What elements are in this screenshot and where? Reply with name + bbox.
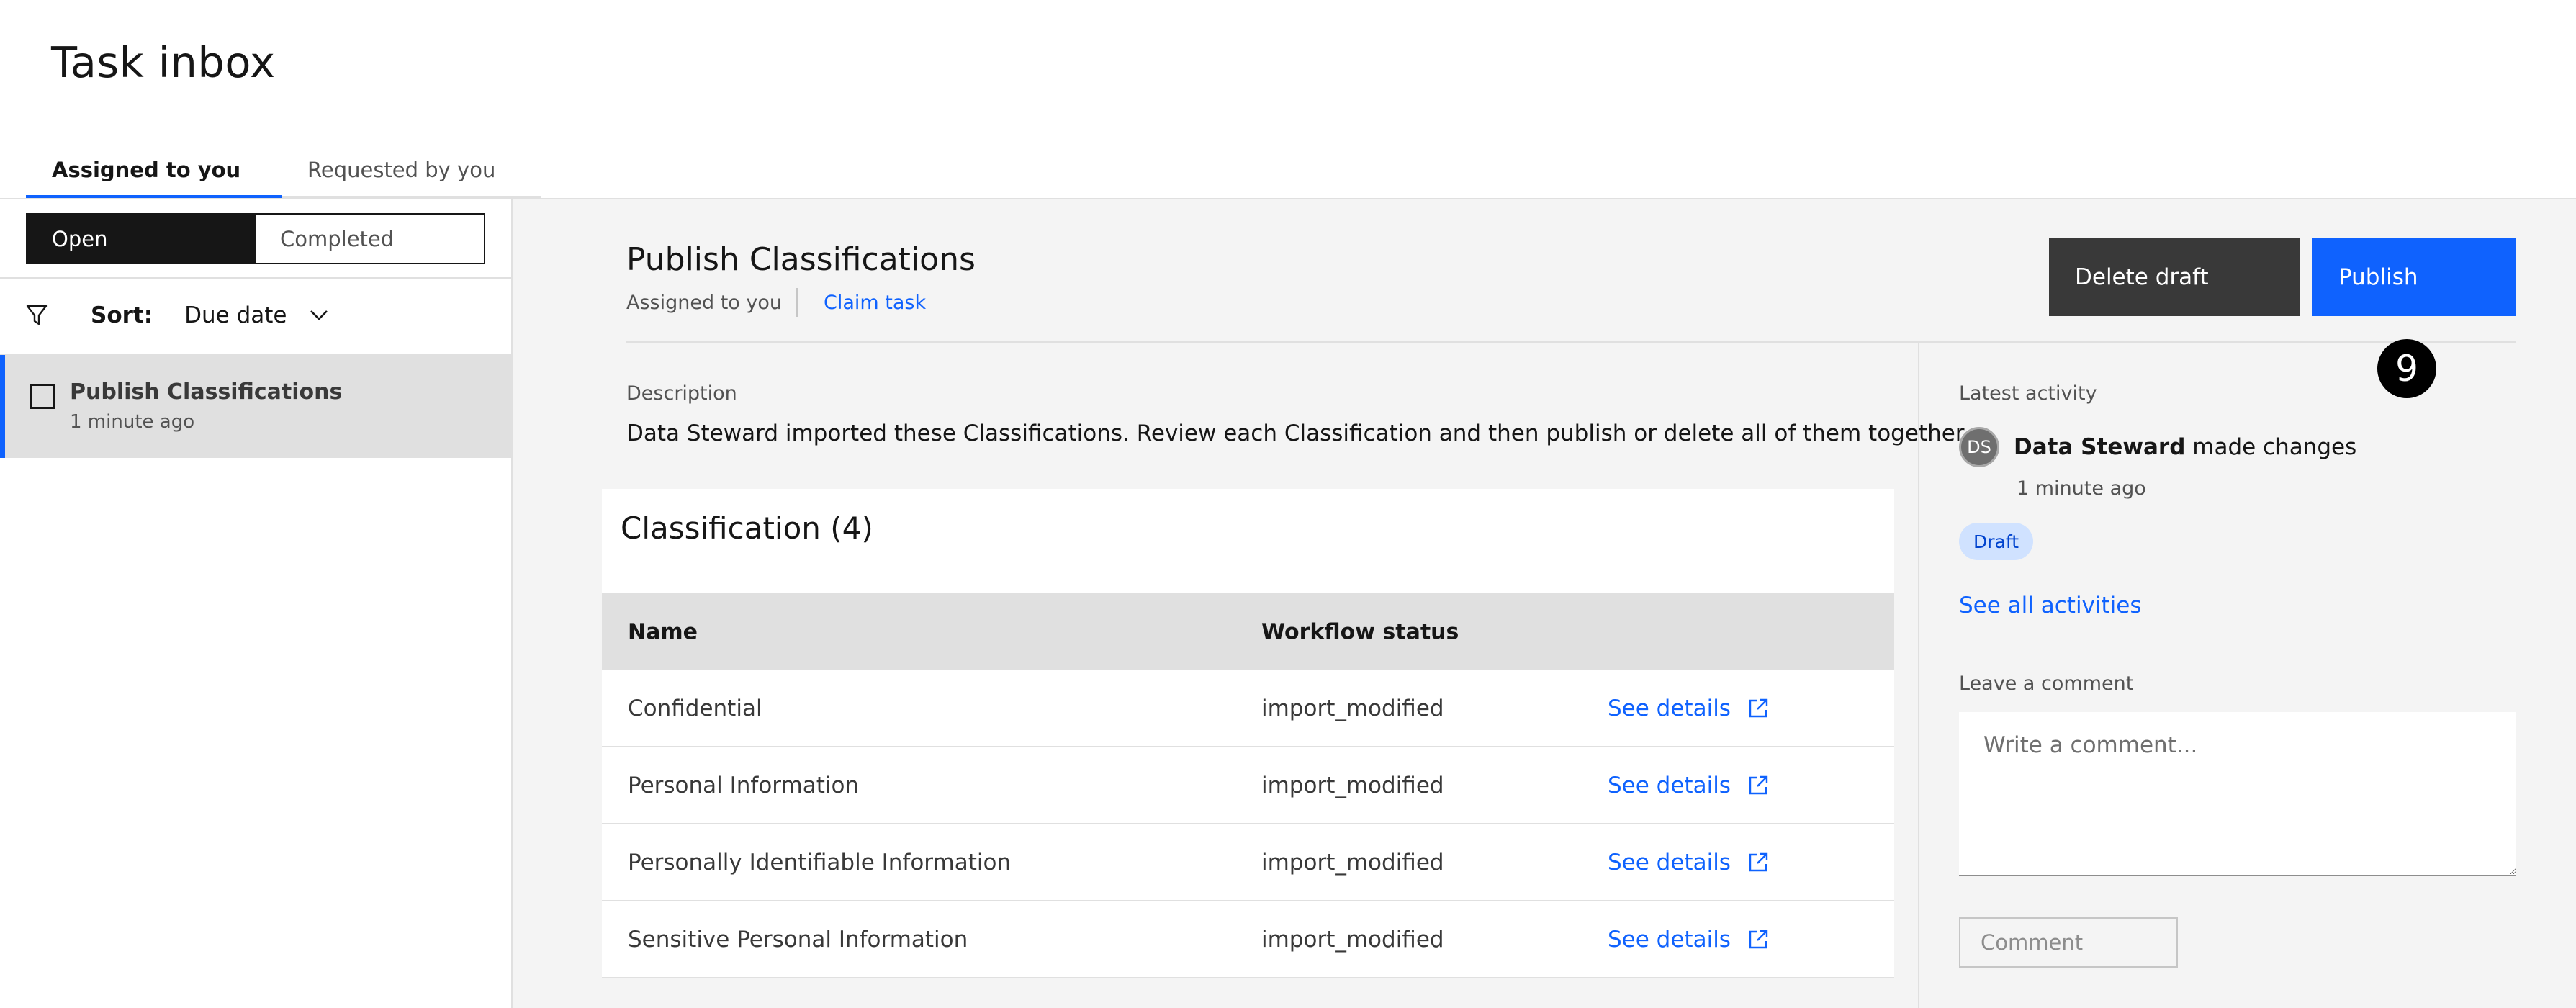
comment-label: Leave a comment [1959, 672, 2134, 695]
external-link-icon [1747, 851, 1770, 874]
cell-status: import_modified [1261, 695, 1444, 721]
classification-title: Classification (4) [621, 510, 873, 546]
see-details-link[interactable]: See details [1608, 927, 1770, 953]
see-details-link[interactable]: See details [1608, 850, 1770, 876]
classification-table-card: Classification (4) Name Workflow status … [602, 489, 1894, 978]
completed-switch[interactable]: Completed [256, 215, 484, 263]
description-text: Data Steward imported these Classificati… [626, 420, 1970, 446]
see-details-link[interactable]: See details [1608, 696, 1770, 721]
activity-user: Data Steward [2014, 434, 2186, 460]
avatar: DS [1959, 427, 1999, 467]
task-sidebar: Open Completed Sort: Due date Publish Cl… [0, 199, 513, 1008]
description-label: Description [626, 382, 737, 405]
classification-table: Name Workflow status Confidential import… [602, 593, 1894, 978]
activity-timestamp: 1 minute ago [2017, 477, 2146, 500]
chevron-down-icon[interactable] [309, 305, 329, 325]
open-switch[interactable]: Open [27, 215, 256, 263]
tab-list: Assigned to you Requested by you [26, 144, 541, 199]
comment-input[interactable] [1959, 712, 2516, 876]
task-detail: Publish Classifications Assigned to you … [513, 199, 2576, 1008]
activity-entry: Data Steward made changes [2014, 434, 2356, 460]
activity-divider [1918, 343, 1919, 1008]
column-header-workflow-status: Workflow status [1261, 619, 1459, 644]
table-row: Sensitive Personal Information import_mo… [602, 901, 1894, 978]
tab-assigned-to-you[interactable]: Assigned to you [26, 144, 282, 199]
see-details-label: See details [1608, 695, 1731, 721]
see-details-label: See details [1608, 849, 1731, 876]
activity-panel: Latest activity DS Data Steward made cha… [1959, 199, 2516, 1008]
checkbox-icon[interactable] [30, 384, 55, 409]
assignee-text: Assigned to you [626, 288, 798, 317]
cell-name: Confidential [628, 695, 762, 721]
cell-name: Sensitive Personal Information [628, 926, 968, 953]
task-timestamp: 1 minute ago [70, 411, 195, 433]
task-meta: Assigned to you Claim task [626, 288, 926, 317]
tab-requested-by-you[interactable]: Requested by you [282, 144, 541, 199]
comment-button[interactable]: Comment [1959, 917, 2178, 968]
activity-action: made changes [2185, 434, 2357, 460]
sort-row: Sort: Due date [26, 294, 329, 337]
detail-title: Publish Classifications [626, 241, 976, 278]
column-header-name: Name [628, 619, 698, 644]
external-link-icon [1747, 774, 1770, 797]
see-all-activities-link[interactable]: See all activities [1959, 593, 2142, 618]
cell-status: import_modified [1261, 926, 1444, 953]
table-header: Name Workflow status [602, 593, 1894, 670]
cell-status: import_modified [1261, 772, 1444, 798]
draft-tag: Draft [1959, 523, 2034, 560]
see-details-label: See details [1608, 772, 1731, 798]
filter-icon[interactable] [26, 303, 50, 328]
page-title: Task inbox [51, 37, 276, 87]
sidebar-divider [0, 277, 511, 279]
cell-status: import_modified [1261, 849, 1444, 876]
table-row: Confidential import_modified See details [602, 670, 1894, 747]
external-link-icon [1747, 928, 1770, 951]
cell-name: Personal Information [628, 772, 860, 798]
latest-activity-label: Latest activity [1959, 382, 2097, 405]
task-list-item[interactable]: Publish Classifications 1 minute ago [0, 355, 511, 458]
table-row: Personally Identifiable Information impo… [602, 824, 1894, 901]
table-row: Personal Information import_modified See… [602, 747, 1894, 824]
sort-dropdown[interactable]: Due date [184, 302, 287, 328]
sort-label: Sort: [91, 302, 153, 328]
cell-name: Personally Identifiable Information [628, 849, 1012, 876]
claim-task-link[interactable]: Claim task [798, 292, 926, 314]
see-details-label: See details [1608, 926, 1731, 953]
task-title: Publish Classifications [70, 379, 343, 405]
see-details-link[interactable]: See details [1608, 773, 1770, 798]
external-link-icon [1747, 697, 1770, 720]
status-switcher: Open Completed [26, 213, 485, 264]
